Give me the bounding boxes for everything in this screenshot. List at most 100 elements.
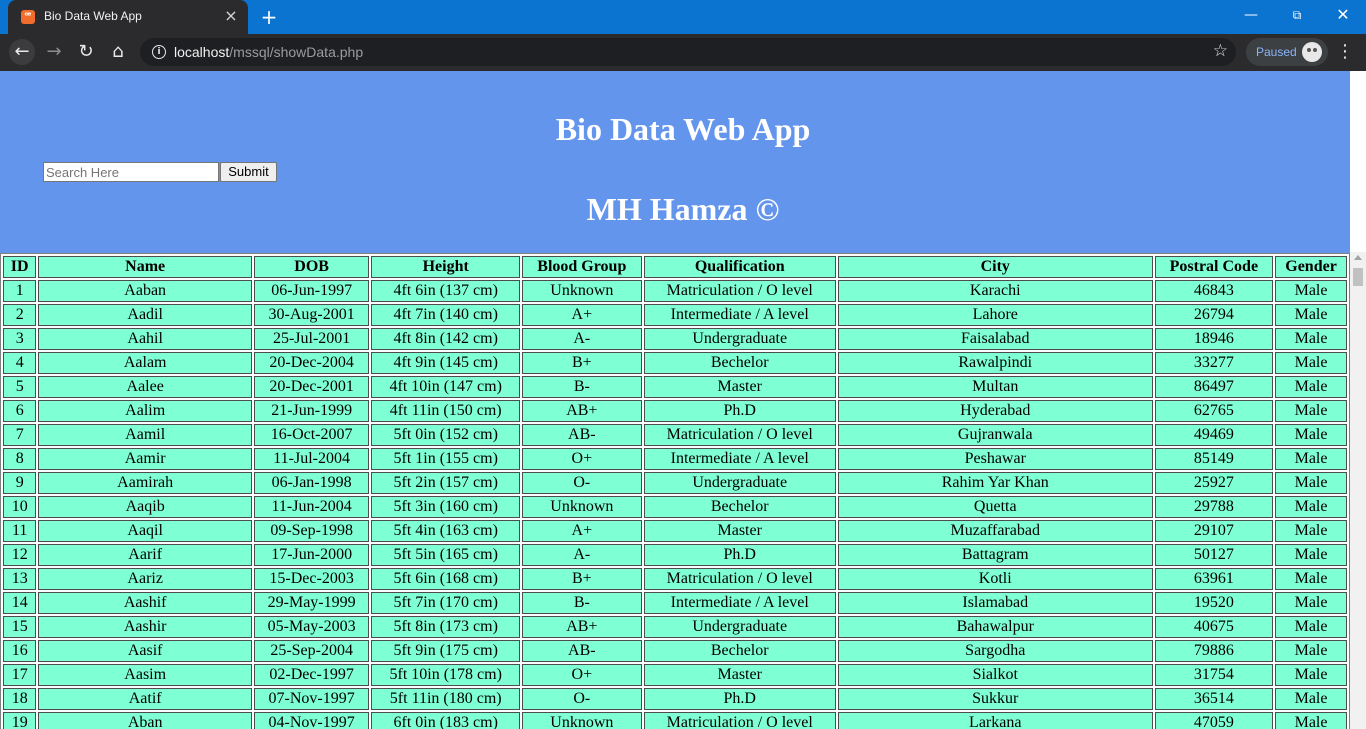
table-cell: Undergraduate: [643, 328, 836, 350]
table-cell: A+: [522, 520, 642, 542]
table-cell: Intermediate / A level: [643, 304, 836, 326]
table-cell: 10: [3, 496, 37, 518]
table-cell: Intermediate / A level: [643, 448, 836, 470]
xampp-favicon-icon: ꟹ: [21, 10, 35, 24]
profile-button[interactable]: Paused: [1246, 38, 1328, 66]
table-cell: 86497: [1154, 376, 1274, 398]
scrollbar-thumb[interactable]: [1353, 268, 1363, 286]
minimize-icon[interactable]: —: [1228, 0, 1274, 30]
table-cell: 5ft 7in (170 cm): [371, 592, 521, 614]
table-cell: 33277: [1154, 352, 1274, 374]
table-row: 13 Aariz 15-Dec-2003 5ft 6in (168 cm) B+ Matr…: [3, 568, 1347, 590]
table-cell: 11-Jun-2004: [253, 496, 370, 518]
column-header: Qualification: [643, 256, 836, 278]
table-cell: 29107: [1154, 520, 1274, 542]
table-cell: Male: [1275, 520, 1347, 542]
table-cell: 20-Dec-2004: [253, 352, 370, 374]
back-arrow-icon[interactable]: ←: [9, 39, 35, 65]
search-input[interactable]: [43, 162, 219, 182]
table-cell: Sukkur: [837, 688, 1153, 710]
submit-button[interactable]: Submit: [220, 162, 277, 182]
table-cell: Matriculation / O level: [643, 280, 836, 302]
table-cell: 16-Oct-2007: [253, 424, 370, 446]
table-cell: 79886: [1154, 640, 1274, 662]
table-cell: 2: [3, 304, 37, 326]
table-cell: Faisalabad: [837, 328, 1153, 350]
table-row: 4 Aalam 20-Dec-2004 4ft 9in (145 cm) B+ Beche…: [3, 352, 1347, 374]
table-cell: 07-Nov-1997: [253, 688, 370, 710]
page-content: Bio Data Web App Submit MH Hamza © IDNam…: [0, 71, 1350, 729]
site-info-icon[interactable]: i: [152, 45, 166, 59]
table-row: 11 Aaqil 09-Sep-1998 5ft 4in (163 cm) A+ Mast…: [3, 520, 1347, 542]
table-cell: Aariz: [38, 568, 252, 590]
table-cell: Matriculation / O level: [643, 712, 836, 729]
table-cell: Male: [1275, 496, 1347, 518]
table-cell: Sargodha: [837, 640, 1153, 662]
table-cell: 4: [3, 352, 37, 374]
scroll-up-arrow-icon[interactable]: [1354, 255, 1362, 260]
close-window-icon[interactable]: ✕: [1320, 0, 1366, 30]
table-cell: 17: [3, 664, 37, 686]
table-cell: B+: [522, 568, 642, 590]
table-cell: Bahawalpur: [837, 616, 1153, 638]
vertical-scrollbar[interactable]: [1350, 252, 1366, 729]
table-cell: Unknown: [522, 280, 642, 302]
table-cell: Male: [1275, 448, 1347, 470]
browser-tab[interactable]: ꟹ Bio Data Web App ×: [8, 0, 248, 34]
table-cell: Aadil: [38, 304, 252, 326]
tab-close-icon[interactable]: ×: [222, 7, 240, 25]
new-tab-plus-icon[interactable]: +: [258, 6, 280, 28]
url-host: localhost: [174, 44, 230, 60]
table-cell: Rahim Yar Khan: [837, 472, 1153, 494]
table-cell: AB-: [522, 640, 642, 662]
kebab-menu-icon[interactable]: ⋮: [1336, 38, 1354, 66]
table-cell: Aalam: [38, 352, 252, 374]
url-text[interactable]: localhost/mssql/showData.php: [174, 44, 363, 60]
table-row: 8 Aamir 11-Jul-2004 5ft 1in (155 cm) O+ Inter…: [3, 448, 1347, 470]
table-cell: Male: [1275, 640, 1347, 662]
table-cell: Islamabad: [837, 592, 1153, 614]
table-cell: 05-May-2003: [253, 616, 370, 638]
table-cell: 15-Dec-2003: [253, 568, 370, 590]
table-cell: Aaqib: [38, 496, 252, 518]
table-cell: Aamir: [38, 448, 252, 470]
restore-window-icon[interactable]: ⧉: [1274, 0, 1320, 30]
table-cell: 06-Jan-1998: [253, 472, 370, 494]
forward-arrow-icon[interactable]: →: [41, 39, 67, 65]
reload-icon[interactable]: ↻: [73, 39, 99, 65]
table-cell: Master: [643, 664, 836, 686]
address-bar[interactable]: i localhost/mssql/showData.php ☆: [140, 38, 1236, 66]
browser-toolbar: ← → ↻ ⌂ i localhost/mssql/showData.php ☆…: [0, 34, 1366, 71]
table-row: 15 Aashir 05-May-2003 5ft 8in (173 cm) AB+ Un…: [3, 616, 1347, 638]
table-cell: 19520: [1154, 592, 1274, 614]
table-cell: O+: [522, 448, 642, 470]
table-cell: 5ft 5in (165 cm): [371, 544, 521, 566]
table-cell: 1: [3, 280, 37, 302]
table-cell: Male: [1275, 664, 1347, 686]
table-row: 2 Aadil 30-Aug-2001 4ft 7in (140 cm) A+ Inter…: [3, 304, 1347, 326]
avatar-icon: [1302, 42, 1322, 62]
table-cell: A-: [522, 544, 642, 566]
table-row: 18 Aatif 07-Nov-1997 5ft 11in (180 cm) O- Ph.…: [3, 688, 1347, 710]
table-cell: 26794: [1154, 304, 1274, 326]
table-cell: Aamil: [38, 424, 252, 446]
table-cell: 5ft 11in (180 cm): [371, 688, 521, 710]
table-cell: AB+: [522, 616, 642, 638]
table-cell: 5ft 9in (175 cm): [371, 640, 521, 662]
table-cell: 12: [3, 544, 37, 566]
table-cell: Master: [643, 520, 836, 542]
table-cell: Aalim: [38, 400, 252, 422]
table-cell: Aban: [38, 712, 252, 729]
table-row: 5 Aalee 20-Dec-2001 4ft 10in (147 cm) B- Mast…: [3, 376, 1347, 398]
table-cell: 18946: [1154, 328, 1274, 350]
table-cell: 5ft 10in (178 cm): [371, 664, 521, 686]
url-path: /mssql/showData.php: [229, 44, 364, 60]
table-cell: Male: [1275, 352, 1347, 374]
column-header: Gender: [1275, 256, 1347, 278]
table-cell: Matriculation / O level: [643, 568, 836, 590]
bookmark-star-icon[interactable]: ☆: [1213, 41, 1228, 61]
table-cell: 5ft 6in (168 cm): [371, 568, 521, 590]
page-title: Bio Data Web App: [555, 111, 811, 147]
table-cell: 04-Nov-1997: [253, 712, 370, 729]
home-icon[interactable]: ⌂: [105, 39, 131, 65]
